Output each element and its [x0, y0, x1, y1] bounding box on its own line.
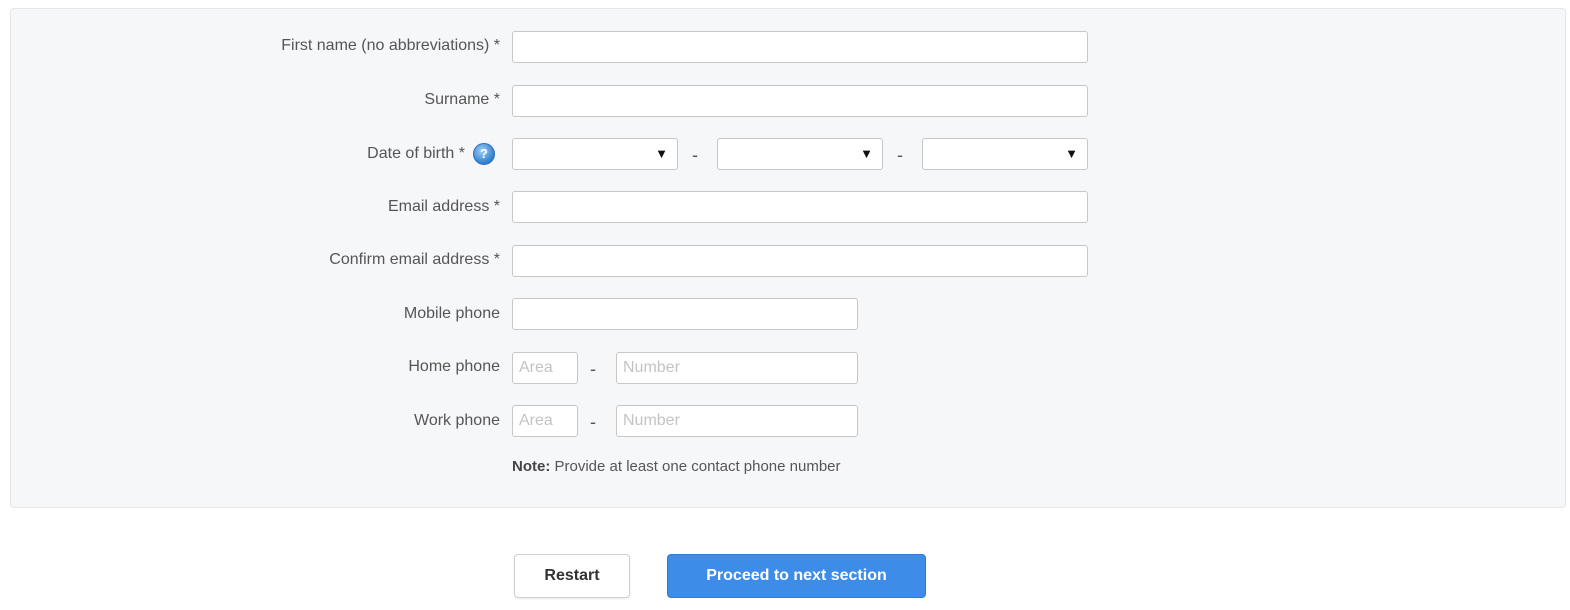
dob-year-select[interactable]: ▼ [922, 138, 1088, 170]
proceed-button[interactable]: Proceed to next section [667, 554, 926, 598]
dob-separator: - [897, 145, 903, 165]
dob-month-select[interactable]: ▼ [717, 138, 883, 170]
first-name-label: First name (no abbreviations) * [281, 37, 500, 54]
dob-day-select[interactable]: ▼ [512, 138, 678, 170]
mobile-phone-input[interactable] [512, 298, 858, 330]
work-phone-label: Work phone [414, 412, 500, 429]
email-label: Email address * [387, 198, 500, 215]
help-icon[interactable]: ? [473, 143, 495, 165]
note-text: Provide at least one contact phone numbe… [550, 458, 841, 475]
dob-separator: - [692, 145, 698, 165]
phone-note: Note: Provide at least one contact phone… [512, 458, 841, 475]
surname-input[interactable] [512, 85, 1088, 117]
restart-button[interactable]: Restart [514, 554, 630, 598]
work-phone-number-input[interactable] [616, 405, 858, 437]
chevron-down-icon: ▼ [860, 146, 873, 161]
chevron-down-icon: ▼ [1065, 146, 1078, 161]
note-prefix: Note: [512, 458, 551, 475]
home-phone-number-input[interactable] [616, 352, 858, 384]
date-of-birth-label: Date of birth * [367, 145, 465, 162]
email-input[interactable] [512, 191, 1088, 223]
work-phone-separator: - [590, 412, 596, 432]
chevron-down-icon: ▼ [655, 146, 668, 161]
home-phone-area-input[interactable] [512, 352, 578, 384]
first-name-input[interactable] [512, 31, 1088, 63]
home-phone-separator: - [590, 359, 596, 379]
confirm-email-input[interactable] [512, 245, 1088, 277]
home-phone-label: Home phone [408, 358, 500, 375]
confirm-email-label: Confirm email address * [329, 251, 500, 268]
work-phone-area-input[interactable] [512, 405, 578, 437]
mobile-phone-label: Mobile phone [403, 305, 500, 322]
surname-label: Surname * [424, 91, 500, 108]
